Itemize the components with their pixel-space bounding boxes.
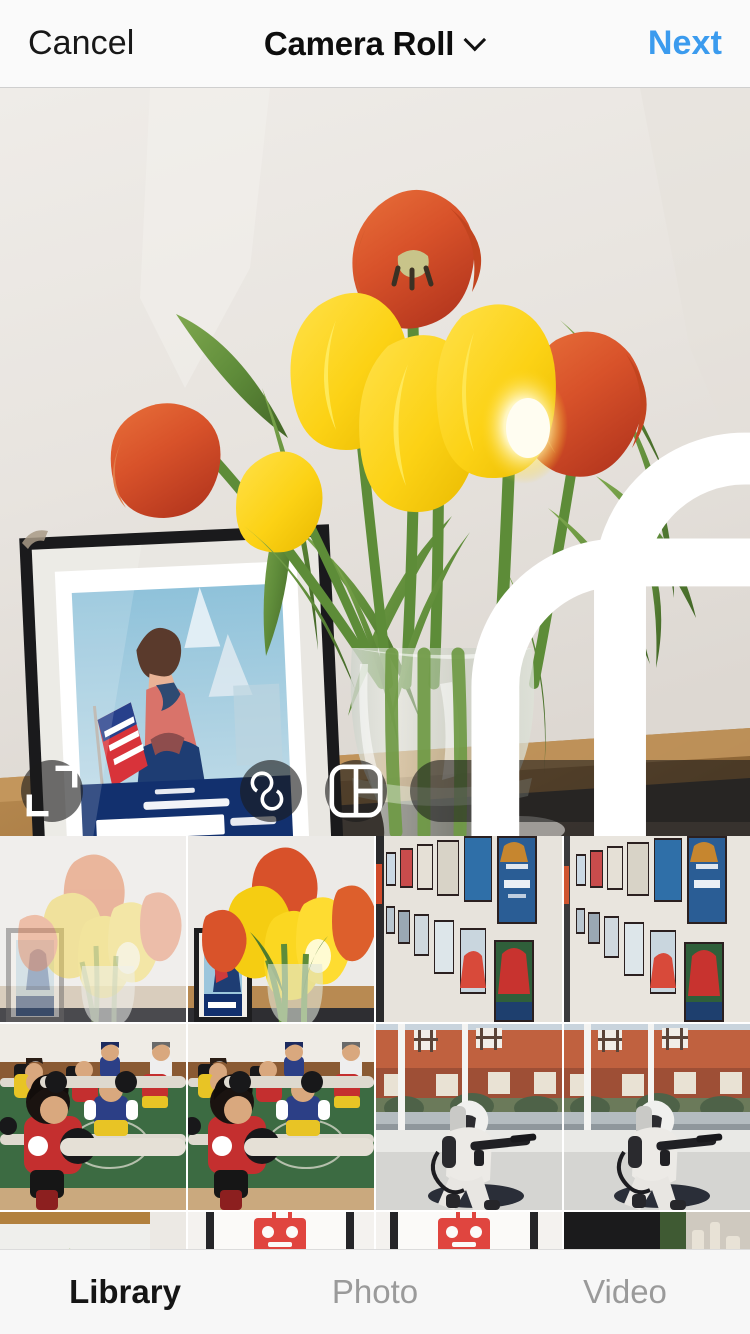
expand-corners-icon — [26, 765, 78, 817]
thumbnail-tulips-vivid[interactable] — [188, 836, 374, 1022]
select-multiple-button[interactable]: SELECT MULTIPLE — [410, 432, 750, 836]
thumbnail-image — [0, 1212, 186, 1249]
photo-picker-screen: Cancel Camera Roll Next Library Photo Vi… — [0, 0, 750, 1334]
stacked-squares-icon — [471, 432, 750, 836]
layout-grid-icon — [329, 764, 383, 818]
hero-toolbar: SELECT MULTIPLE — [0, 432, 750, 836]
thumbnail-tulips-faded[interactable] — [0, 836, 186, 1022]
bottom-tab-bar: Library Photo Video — [0, 1249, 750, 1334]
thumbnail-image — [188, 1024, 374, 1210]
selected-photo-preview[interactable]: SELECT MULTIPLE — [0, 88, 750, 836]
boomerang-button[interactable] — [240, 760, 302, 822]
thumbnail-image — [188, 836, 374, 1022]
cancel-button[interactable]: Cancel — [28, 24, 134, 63]
thumbnail-image — [564, 836, 750, 1022]
thumbnail-robot-print-b[interactable] — [376, 1212, 562, 1249]
infinity-boomerang-icon — [250, 771, 284, 811]
thumbnail-robot-print-a[interactable] — [188, 1212, 374, 1249]
navigation-header: Cancel Camera Roll Next — [0, 0, 750, 88]
thumbnail-plant[interactable] — [0, 1212, 186, 1249]
layout-button[interactable] — [325, 760, 387, 822]
thumbnail-image — [0, 836, 186, 1022]
photo-grid — [0, 836, 750, 1249]
thumbnail-image — [376, 1024, 562, 1210]
thumbnail-image — [376, 1212, 562, 1249]
thumbnail-image — [564, 1024, 750, 1210]
thumbnail-foosball-a[interactable] — [0, 1024, 186, 1210]
thumbnail-dark-room[interactable] — [564, 1212, 750, 1249]
tab-video[interactable]: Video — [500, 1273, 750, 1311]
album-title: Camera Roll — [263, 24, 455, 62]
album-selector[interactable]: Camera Roll — [264, 25, 486, 63]
thumbnail-image — [376, 836, 562, 1022]
thumbnail-poster-wall-a[interactable] — [376, 836, 562, 1022]
thumbnail-image — [0, 1024, 186, 1210]
tab-library[interactable]: Library — [0, 1273, 250, 1311]
thumbnail-stormtrooper-b[interactable] — [564, 1024, 750, 1210]
thumbnail-foosball-b[interactable] — [188, 1024, 374, 1210]
thumbnail-image — [188, 1212, 374, 1249]
thumbnail-image — [564, 1212, 750, 1249]
thumbnail-poster-wall-b[interactable] — [564, 836, 750, 1022]
chevron-down-icon — [466, 34, 486, 54]
thumbnail-stormtrooper-a[interactable] — [376, 1024, 562, 1210]
tab-photo[interactable]: Photo — [250, 1273, 500, 1311]
expand-corners-button[interactable] — [21, 760, 83, 822]
next-button[interactable]: Next — [648, 24, 722, 63]
